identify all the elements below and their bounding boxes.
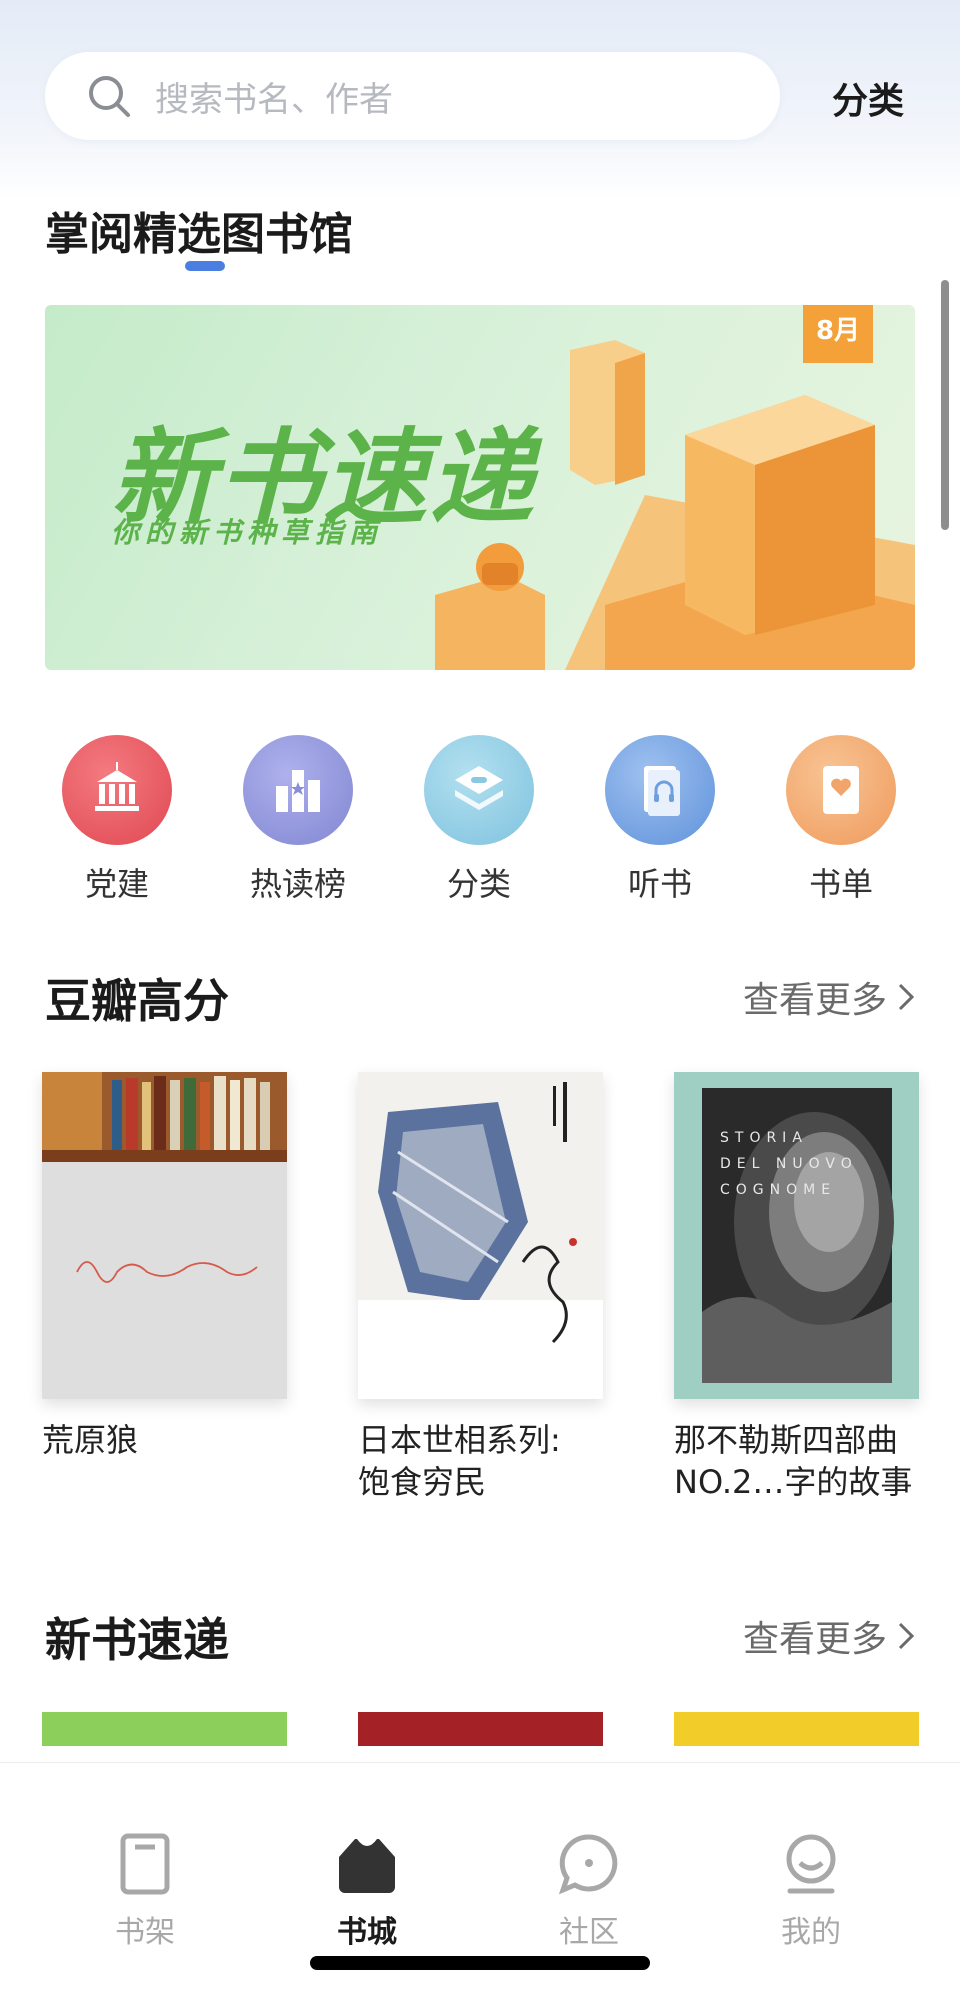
book-cover-peek[interactable] [674,1712,919,1746]
tab-bookshelf[interactable]: 书架 [55,1763,235,1951]
tab-label: 书城 [337,1915,397,1950]
view-more-label: 查看更多 [742,1619,887,1660]
bookstore-icon [339,1839,395,1893]
tab-label: 书架 [115,1915,175,1950]
book-title: 那不勒斯四部曲 NO.2…字的故事 [674,1421,913,1501]
quick-entry-label: 党建 [84,865,149,903]
bookshelf-icon [120,1833,170,1895]
promo-banner[interactable]: 新书速递 你的新书种草指南 8月 [45,305,915,670]
douban-section-header: 豆瓣高分 查看更多 [45,965,915,1028]
tab-label: 社区 [559,1915,619,1950]
book-cover-peek[interactable] [42,1712,287,1746]
booklist-icon [786,735,896,845]
category-button[interactable]: 分类 [832,72,904,124]
book-cover [358,1072,603,1399]
chevron-right-icon [898,1622,915,1650]
search-placeholder: 搜索书名、作者 [155,79,393,120]
library-title: 掌阅精选图书馆 [45,209,353,260]
svg-text:STORIA: STORIA [720,1130,808,1146]
tab-community[interactable]: 社区 [499,1763,679,1951]
chevron-right-icon [898,983,915,1011]
community-icon [558,1834,618,1895]
tab-profile[interactable]: 我的 [721,1763,901,1951]
quick-entry-row: 党建 热读榜 分类 听书 书单 [0,735,960,905]
quick-entry-category[interactable]: 分类 [404,735,554,905]
audiobook-icon [605,735,715,845]
book-title: 荒原狼 [42,1421,139,1459]
tab-label: 我的 [781,1915,841,1950]
ranking-icon [243,735,353,845]
book-card[interactable]: 荒原狼 [42,1072,287,1461]
party-building-icon [62,735,172,845]
book-title: 日本世相系列: 饱食穷民 [358,1421,561,1501]
search-icon [89,76,130,117]
banner-month-tag: 8月 [803,305,873,363]
section-title: 豆瓣高分 [45,974,229,1028]
quick-entry-label: 分类 [446,865,511,903]
search-input[interactable]: 搜索书名、作者 [45,52,780,140]
quick-entry-booklist[interactable]: 书单 [766,735,916,905]
profile-icon [786,1834,836,1894]
title-indicator [185,261,225,271]
tab-bookstore[interactable]: 书城 [277,1763,457,1951]
view-more-link[interactable]: 查看更多 [743,1610,915,1662]
quick-entry-party[interactable]: 党建 [42,735,192,905]
newbook-section-header: 新书速递 查看更多 [45,1604,915,1667]
quick-entry-audiobook[interactable]: 听书 [585,735,735,905]
view-more-link[interactable]: 查看更多 [743,971,915,1023]
book-card[interactable]: STORIA DEL NUOVO COGNOME 那不勒斯四部曲 NO.2…字的… [674,1072,919,1503]
home-indicator [310,1956,650,1970]
banner-subtitle: 你的新书种草指南 [111,516,384,549]
category-icon [424,735,534,845]
book-cover [42,1072,287,1399]
quick-entry-label: 听书 [627,865,692,903]
view-more-label: 查看更多 [742,980,887,1021]
book-card[interactable]: 日本世相系列: 饱食穷民 [358,1072,603,1503]
quick-entry-ranking[interactable]: 热读榜 [223,735,373,905]
book-cover-peek[interactable] [358,1712,603,1746]
book-cover: STORIA DEL NUOVO COGNOME [674,1072,919,1399]
section-title: 新书速递 [45,1613,229,1667]
quick-entry-label: 热读榜 [249,865,346,903]
quick-entry-label: 书单 [808,865,873,903]
svg-text:DEL NUOVO: DEL NUOVO [720,1156,858,1172]
scrollbar[interactable] [941,280,949,530]
svg-text:COGNOME: COGNOME [720,1182,836,1198]
